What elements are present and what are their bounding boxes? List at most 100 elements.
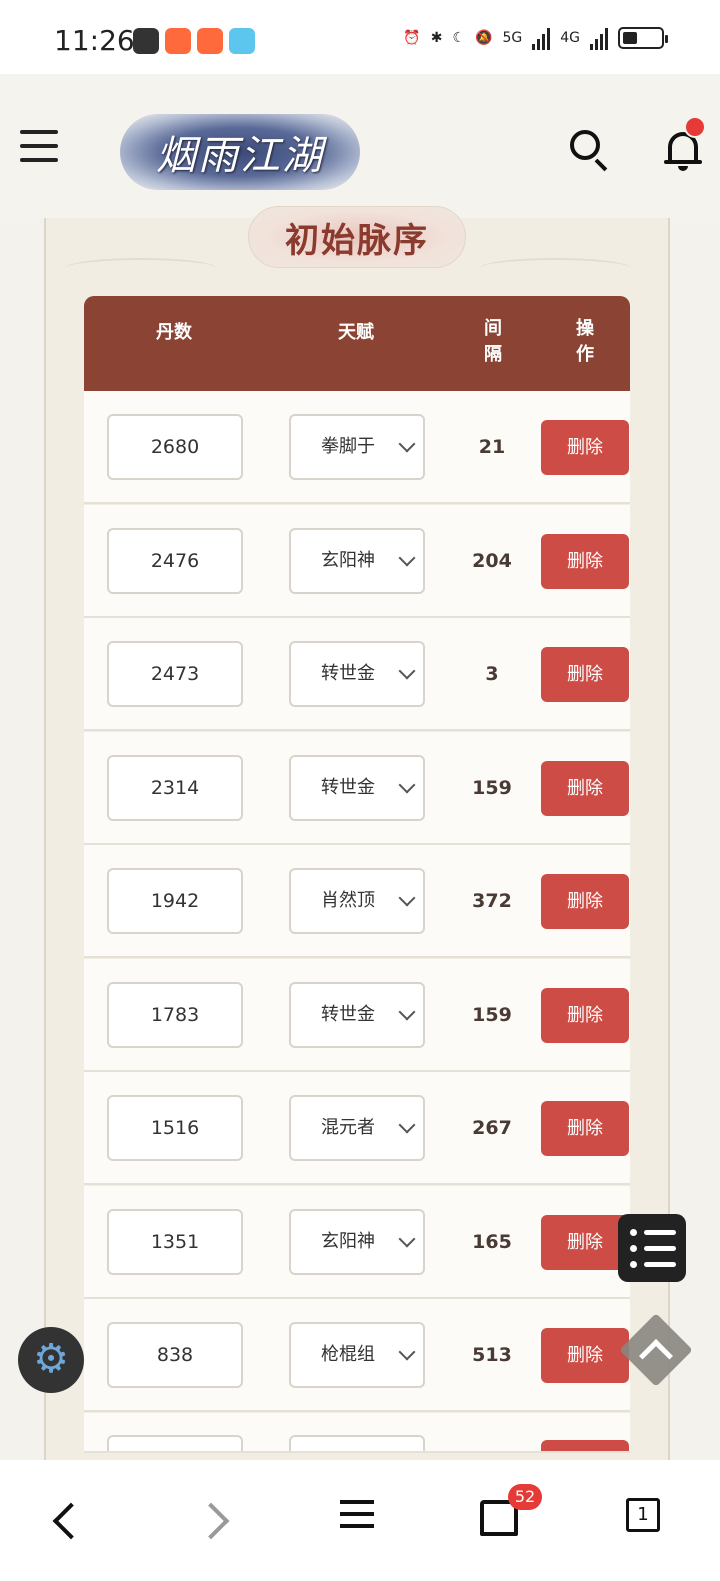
table-row: 1783 转世金 159 删除 (84, 958, 630, 1072)
talent-select[interactable]: 转世金 (289, 754, 425, 821)
delete-button[interactable]: 删除 (541, 1328, 629, 1383)
delete-button[interactable]: 删除 (541, 1101, 629, 1156)
delete-button[interactable]: 删除 (541, 420, 629, 475)
dan-input[interactable]: 1351 (107, 1208, 243, 1275)
back-button[interactable] (40, 1490, 100, 1550)
forward-button[interactable] (186, 1490, 246, 1550)
talent-select[interactable]: 拳脚于 (289, 414, 425, 480)
delete-button[interactable]: 删除 (541, 647, 629, 702)
interval-value: 159 (472, 1003, 512, 1026)
talent-select-value: 枪棍组 (321, 1344, 375, 1365)
delete-button[interactable]: 删除 (541, 874, 629, 929)
interval-value: 3 (485, 663, 499, 685)
table-row (84, 1412, 630, 1453)
dan-input[interactable] (107, 1434, 243, 1451)
gear-icon[interactable]: ⚙ (18, 1327, 84, 1393)
chevron-down-icon (398, 1116, 416, 1134)
talent-select-value: 玄阳神 (321, 549, 375, 571)
chevron-down-icon (398, 1003, 416, 1020)
delete-button[interactable]: 删除 (541, 1214, 629, 1270)
battery-icon (618, 27, 668, 49)
menu-icon[interactable] (20, 130, 58, 162)
tabs-badge: 52 (508, 1484, 542, 1510)
signal-icon (590, 26, 608, 50)
section-title-text: 初始脉序 (285, 220, 429, 261)
site-logo[interactable]: 烟雨江湖 (120, 114, 360, 190)
table-row: 2476 玄阳神 204 删除 (84, 504, 630, 618)
alarm-icon: ⏰ (403, 30, 421, 46)
table-row: 1351 玄阳神 165 删除 (84, 1185, 630, 1299)
delete-button[interactable]: 删除 (541, 760, 629, 816)
talent-select[interactable]: 枪棍组 (289, 1322, 425, 1388)
logo-text: 烟雨江湖 (156, 133, 324, 179)
tabs-button[interactable]: 1 (614, 1490, 674, 1550)
dan-input[interactable]: 2314 (107, 754, 243, 821)
dan-input[interactable]: 2680 (107, 414, 243, 480)
talent-select-value: 玄阳神 (321, 1230, 375, 1252)
interval-value: 165 (472, 1230, 512, 1253)
search-icon[interactable] (568, 128, 610, 172)
talent-select-value: 混元者 (321, 1117, 375, 1138)
site-header: 烟雨江湖 (0, 74, 720, 218)
talent-select-value: 转世金 (321, 663, 375, 684)
decor-wave (66, 258, 216, 278)
browser-nav-bar: 52 1 (0, 1460, 720, 1581)
app-notification-icon (197, 28, 223, 54)
chevron-down-icon (398, 662, 416, 680)
table-row: 838 枪棍组 513 删除 (84, 1299, 630, 1412)
chevron-down-icon (398, 1230, 416, 1247)
menu-button[interactable] (328, 1490, 388, 1550)
status-bar: 11:26 ⏰ ✱ ☾ 🔕 5G 4G (0, 0, 720, 74)
delete-button[interactable]: 删除 (541, 533, 629, 589)
chevron-left-icon (52, 1502, 90, 1540)
dan-input[interactable]: 1516 (107, 1095, 243, 1161)
system-status: ⏰ ✱ ☾ 🔕 5G 4G (403, 26, 668, 50)
dan-input[interactable]: 838 (107, 1322, 243, 1388)
chevron-down-icon (398, 776, 416, 793)
header-talent: 天赋 (338, 322, 374, 343)
dan-input[interactable]: 2473 (107, 641, 243, 707)
interval-value: 372 (472, 890, 512, 912)
delete-button[interactable]: 删除 (541, 987, 629, 1043)
header-action: 操作 (576, 318, 594, 365)
dan-input[interactable]: 1783 (107, 981, 243, 1048)
signal-icon (532, 26, 551, 50)
talent-select-value: 转世金 (321, 1003, 375, 1025)
talent-select[interactable] (289, 1434, 425, 1451)
tab-count: 1 (626, 1498, 660, 1532)
notification-dot (684, 116, 706, 138)
table-row: 2473 转世金 3 删除 (84, 618, 630, 731)
talent-select-value: 肖然顶 (321, 890, 375, 911)
dan-input[interactable]: 1942 (107, 868, 243, 934)
talent-select[interactable]: 混元者 (289, 1095, 425, 1161)
moon-icon: ☾ (452, 30, 466, 46)
interval-value: 267 (472, 1117, 512, 1139)
chevron-down-icon (398, 435, 416, 453)
table-row: 2680 拳脚于 21 删除 (84, 391, 630, 504)
bell-icon[interactable] (664, 116, 706, 172)
talent-select-value: 拳脚于 (321, 436, 375, 457)
talent-select-value: 转世金 (321, 776, 375, 798)
talent-select[interactable]: 肖然顶 (289, 868, 425, 934)
network-5g-label: 5G (502, 30, 523, 46)
header-dan: 丹数 (156, 322, 192, 343)
chevron-down-icon (398, 1343, 416, 1361)
status-time: 11:26 (54, 24, 135, 57)
bluetooth-icon: ✱ (430, 30, 443, 46)
app-notification-icon (165, 28, 191, 54)
network-4g-label: 4G (560, 30, 580, 46)
talent-select[interactable]: 转世金 (289, 981, 425, 1048)
talent-select[interactable]: 玄阳神 (289, 1208, 425, 1275)
chevron-down-icon (398, 549, 416, 566)
section-title: 初始脉序 (248, 206, 466, 268)
delete-button[interactable] (541, 1439, 629, 1451)
notification-icons (133, 28, 255, 54)
dan-input[interactable]: 2476 (107, 527, 243, 594)
talent-select[interactable]: 玄阳神 (289, 527, 425, 594)
chevron-right-icon (192, 1502, 230, 1540)
chevron-down-icon (398, 889, 416, 907)
decor-wave (480, 258, 630, 278)
list-menu-button[interactable] (618, 1214, 686, 1282)
reader-app-icon (229, 28, 255, 54)
talent-select[interactable]: 转世金 (289, 641, 425, 707)
